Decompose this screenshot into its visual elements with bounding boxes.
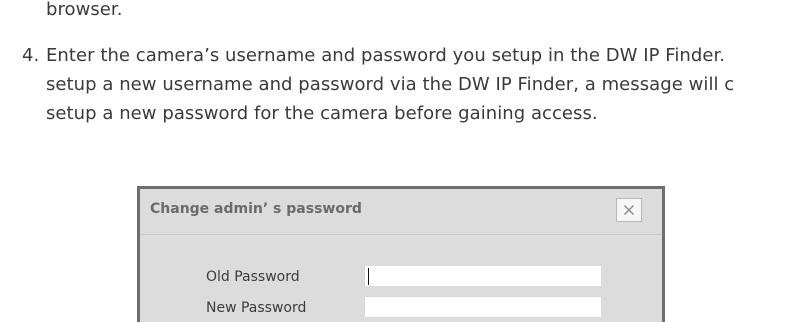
new-password-input[interactable] (364, 296, 602, 318)
text-cursor (368, 268, 369, 285)
close-icon (624, 205, 634, 215)
new-password-label: New Password (206, 300, 307, 316)
step-text-line-3: setup a new password for the camera befo… (46, 103, 598, 124)
close-button[interactable] (616, 198, 642, 222)
dialog-titlebar: Change admin’ s password (140, 189, 662, 235)
step-number: 4. (22, 45, 40, 66)
change-password-dialog: Change admin’ s password Old Password Ne… (137, 186, 665, 322)
dialog-title: Change admin’ s password (150, 201, 362, 217)
old-password-input[interactable] (364, 265, 602, 287)
step-text-line-1: Enter the camera’s username and password… (46, 45, 726, 66)
previous-step-end-text: browser. (46, 0, 123, 20)
old-password-label: Old Password (206, 269, 300, 285)
step-text-line-2: setup a new username and password via th… (46, 74, 735, 95)
